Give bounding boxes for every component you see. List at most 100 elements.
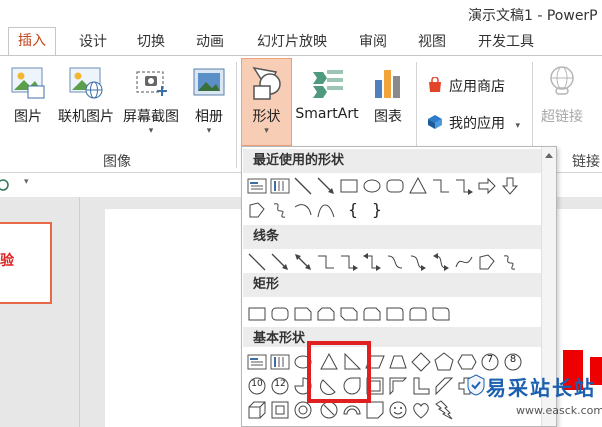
heart-icon[interactable] <box>410 399 432 421</box>
decagon-icon[interactable]: 10 <box>246 375 268 397</box>
tab-animations[interactable]: 动画 <box>196 30 224 55</box>
half-frame-icon[interactable] <box>387 375 409 397</box>
tab-view[interactable]: 视图 <box>418 30 446 55</box>
smartart-icon <box>313 70 343 98</box>
tab-developer[interactable]: 开发工具 <box>478 30 534 55</box>
curved-double-arrow-connector-icon[interactable] <box>430 251 452 273</box>
vertical-text-box-icon[interactable] <box>269 351 291 373</box>
triangle-icon[interactable] <box>407 175 429 197</box>
dodecagon-icon[interactable]: 12 <box>269 375 291 397</box>
diamond-icon[interactable] <box>410 351 432 373</box>
down-arrow-icon[interactable] <box>499 175 521 197</box>
lightning-bolt-icon[interactable] <box>433 399 455 421</box>
vertical-text-box-icon[interactable] <box>269 175 291 197</box>
arc-icon[interactable] <box>292 199 314 221</box>
scroll-up-icon[interactable] <box>545 153 553 158</box>
my-apps-label: 我的应用 <box>449 116 505 132</box>
heptagon-icon[interactable]: 7 <box>479 351 501 373</box>
snip-corner-rectangle-icon[interactable] <box>292 303 314 325</box>
my-apps-dropdown-icon: ▾ <box>515 121 520 131</box>
picture-icon <box>11 67 45 99</box>
online-picture-label: 联机图片 <box>58 109 114 125</box>
rounded-rectangle-icon[interactable] <box>269 303 291 325</box>
arrow-line-icon[interactable] <box>269 251 291 273</box>
curved-connector-icon[interactable] <box>384 251 406 273</box>
tab-transitions[interactable]: 切换 <box>137 30 165 55</box>
online-picture-icon <box>69 67 103 99</box>
snip-same-side-rectangle-icon[interactable] <box>315 303 337 325</box>
picture-button[interactable]: 图片 <box>6 56 50 146</box>
photo-album-button[interactable]: 相册 ▾ <box>187 56 231 146</box>
slide-thumbnail-pane: 验 <box>0 197 80 427</box>
scribble-icon[interactable] <box>499 251 521 273</box>
slide-thumbnail-text: 验 <box>0 253 14 269</box>
l-shape-icon[interactable] <box>410 375 432 397</box>
tab-review[interactable]: 审阅 <box>359 30 387 55</box>
freeform-icon[interactable] <box>476 251 498 273</box>
store-button[interactable]: 应用商店 <box>427 76 505 97</box>
chart-label: 图表 <box>374 109 402 125</box>
freeform-icon[interactable] <box>246 199 268 221</box>
trapezoid-icon[interactable] <box>387 351 409 373</box>
text-box-icon[interactable] <box>246 351 268 373</box>
store-icon <box>427 76 443 97</box>
section-recent-shapes: 最近使用的形状 <box>243 149 541 173</box>
screenshot-button[interactable]: 屏幕截图 ▾ <box>119 56 183 146</box>
curve-icon[interactable] <box>315 199 337 221</box>
online-picture-button[interactable]: 联机图片 <box>53 56 119 146</box>
elbow-arrow-connector-icon[interactable] <box>453 175 475 197</box>
text-box-icon[interactable] <box>246 175 268 197</box>
rectangle-icon[interactable] <box>246 303 268 325</box>
watermark: 易采站长站 www.easck.com <box>466 372 602 427</box>
elbow-double-arrow-connector-icon[interactable] <box>361 251 383 273</box>
tab-insert[interactable]: 插入 <box>8 27 56 55</box>
section-lines: 线条 <box>243 225 541 249</box>
cube-icon[interactable] <box>246 399 268 421</box>
elbow-connector-icon[interactable] <box>430 175 452 197</box>
arrow-line-icon[interactable] <box>315 175 337 197</box>
double-arrow-line-icon[interactable] <box>292 251 314 273</box>
chart-button[interactable]: 图表 <box>363 56 413 146</box>
line-icon[interactable] <box>292 175 314 197</box>
hyperlink-button[interactable]: 超链接 <box>535 56 589 146</box>
rectangle-icon[interactable] <box>338 175 360 197</box>
diagonal-stripe-icon[interactable] <box>433 375 455 397</box>
highlight-box <box>307 341 371 403</box>
shapes-icon <box>251 66 281 100</box>
screenshot-dropdown-icon: ▾ <box>148 126 154 136</box>
view-toggle-icon[interactable] <box>0 178 10 192</box>
curve-icon[interactable] <box>453 251 475 273</box>
snip-round-rectangle-icon[interactable] <box>361 303 383 325</box>
elbow-connector-icon[interactable] <box>315 251 337 273</box>
snip-diagonal-rectangle-icon[interactable] <box>338 303 360 325</box>
rounded-rectangle-icon[interactable] <box>384 175 406 197</box>
round-corner-rectangle-icon[interactable] <box>384 303 406 325</box>
round-same-side-rectangle-icon[interactable] <box>407 303 429 325</box>
left-brace-icon[interactable]: { <box>342 199 364 221</box>
title-bar: 演示文稿1 - PowerP <box>0 0 602 27</box>
right-arrow-icon[interactable] <box>476 175 498 197</box>
right-brace-icon[interactable]: } <box>366 199 388 221</box>
smiley-face-icon[interactable] <box>387 399 409 421</box>
my-apps-icon <box>427 114 443 134</box>
my-apps-button[interactable]: 我的应用 ▾ <box>427 113 520 134</box>
window-title: 演示文稿1 - PowerP <box>468 8 598 24</box>
oval-icon[interactable] <box>361 175 383 197</box>
elbow-arrow-connector-icon[interactable] <box>338 251 360 273</box>
customize-dropdown-icon[interactable]: ▾ <box>24 177 29 187</box>
curved-arrow-connector-icon[interactable] <box>407 251 429 273</box>
tab-slideshow[interactable]: 幻灯片放映 <box>257 30 327 55</box>
pentagon-icon[interactable] <box>433 351 455 373</box>
round-diagonal-rectangle-icon[interactable] <box>430 303 452 325</box>
smartart-button[interactable]: SmartArt <box>293 56 361 146</box>
scribble-icon[interactable] <box>269 199 291 221</box>
slide-thumbnail[interactable]: 验 <box>0 222 52 304</box>
octagon-icon[interactable]: 8 <box>502 351 524 373</box>
tab-design[interactable]: 设计 <box>79 30 107 55</box>
line-icon[interactable] <box>246 251 268 273</box>
hexagon-icon[interactable] <box>456 351 478 373</box>
links-group-label: 链接 <box>572 154 600 170</box>
images-group-label: 图像 <box>103 154 131 170</box>
bevel-icon[interactable] <box>269 399 291 421</box>
shapes-button[interactable]: 形状 ▾ <box>241 56 292 146</box>
